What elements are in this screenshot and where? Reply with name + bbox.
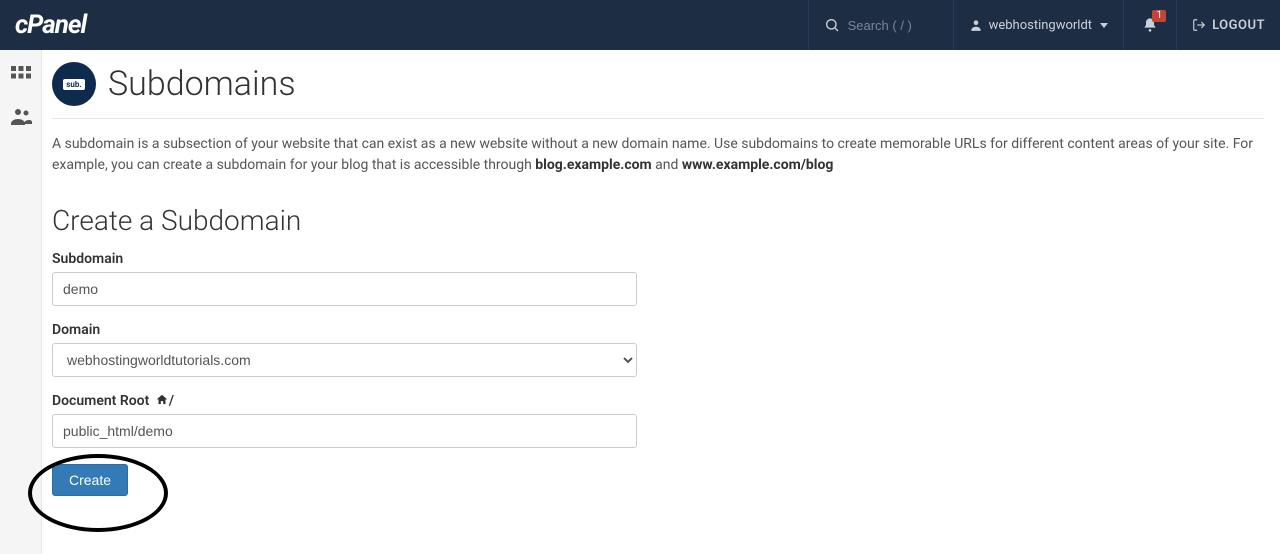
divider bbox=[52, 118, 1264, 119]
users-icon bbox=[9, 104, 33, 128]
grid-icon bbox=[9, 64, 33, 88]
domain-group: Domain webhostingworldtutorials.com bbox=[52, 322, 1264, 377]
domain-label: Domain bbox=[52, 322, 1264, 338]
create-button[interactable]: Create bbox=[52, 464, 128, 496]
top-header: cPanel webhostingworldt 1 LOGOUT bbox=[0, 0, 1280, 50]
desc-bold-1: blog.example.com bbox=[535, 157, 651, 173]
logout-label: LOGOUT bbox=[1212, 18, 1265, 33]
domain-select[interactable]: webhostingworldtutorials.com bbox=[52, 343, 637, 377]
page-title: Subdomains bbox=[108, 64, 296, 104]
username-label: webhostingworldt bbox=[989, 18, 1092, 33]
subdomain-group: Subdomain bbox=[52, 251, 1264, 306]
search-box[interactable] bbox=[808, 0, 953, 50]
docroot-group: Document Root / bbox=[52, 393, 1264, 448]
page-description: A subdomain is a subsection of your webs… bbox=[52, 134, 1264, 176]
subdomain-input[interactable] bbox=[52, 272, 637, 306]
home-icon bbox=[155, 393, 169, 407]
notification-badge: 1 bbox=[1152, 10, 1166, 22]
docroot-slash: / bbox=[169, 393, 174, 409]
page-icon: sub. bbox=[52, 62, 96, 106]
search-input[interactable] bbox=[848, 18, 938, 33]
main-content: sub. Subdomains A subdomain is a subsect… bbox=[42, 50, 1280, 516]
logout-button[interactable]: LOGOUT bbox=[1176, 0, 1280, 50]
docroot-label: Document Root / bbox=[52, 393, 1264, 409]
notifications-button[interactable]: 1 bbox=[1123, 0, 1176, 50]
subdomain-label: Subdomain bbox=[52, 251, 1264, 267]
docroot-input[interactable] bbox=[52, 414, 637, 448]
search-icon bbox=[824, 17, 840, 33]
logo[interactable]: cPanel bbox=[0, 10, 101, 40]
page-title-row: sub. Subdomains bbox=[52, 62, 1264, 118]
desc-bold-2: www.example.com/blog bbox=[682, 157, 834, 173]
user-menu[interactable]: webhostingworldt bbox=[953, 0, 1123, 50]
sidebar-item-users[interactable] bbox=[5, 100, 37, 132]
page-icon-label: sub. bbox=[63, 79, 84, 90]
section-title: Create a Subdomain bbox=[52, 204, 1264, 237]
logo-text: cPanel bbox=[15, 10, 86, 40]
sidebar-item-grid[interactable] bbox=[5, 60, 37, 92]
docroot-label-text: Document Root bbox=[52, 393, 153, 409]
logout-icon bbox=[1192, 18, 1206, 32]
desc-mid: and bbox=[652, 157, 682, 173]
sidebar bbox=[0, 50, 42, 554]
chevron-down-icon bbox=[1100, 23, 1108, 28]
user-icon bbox=[969, 18, 983, 32]
